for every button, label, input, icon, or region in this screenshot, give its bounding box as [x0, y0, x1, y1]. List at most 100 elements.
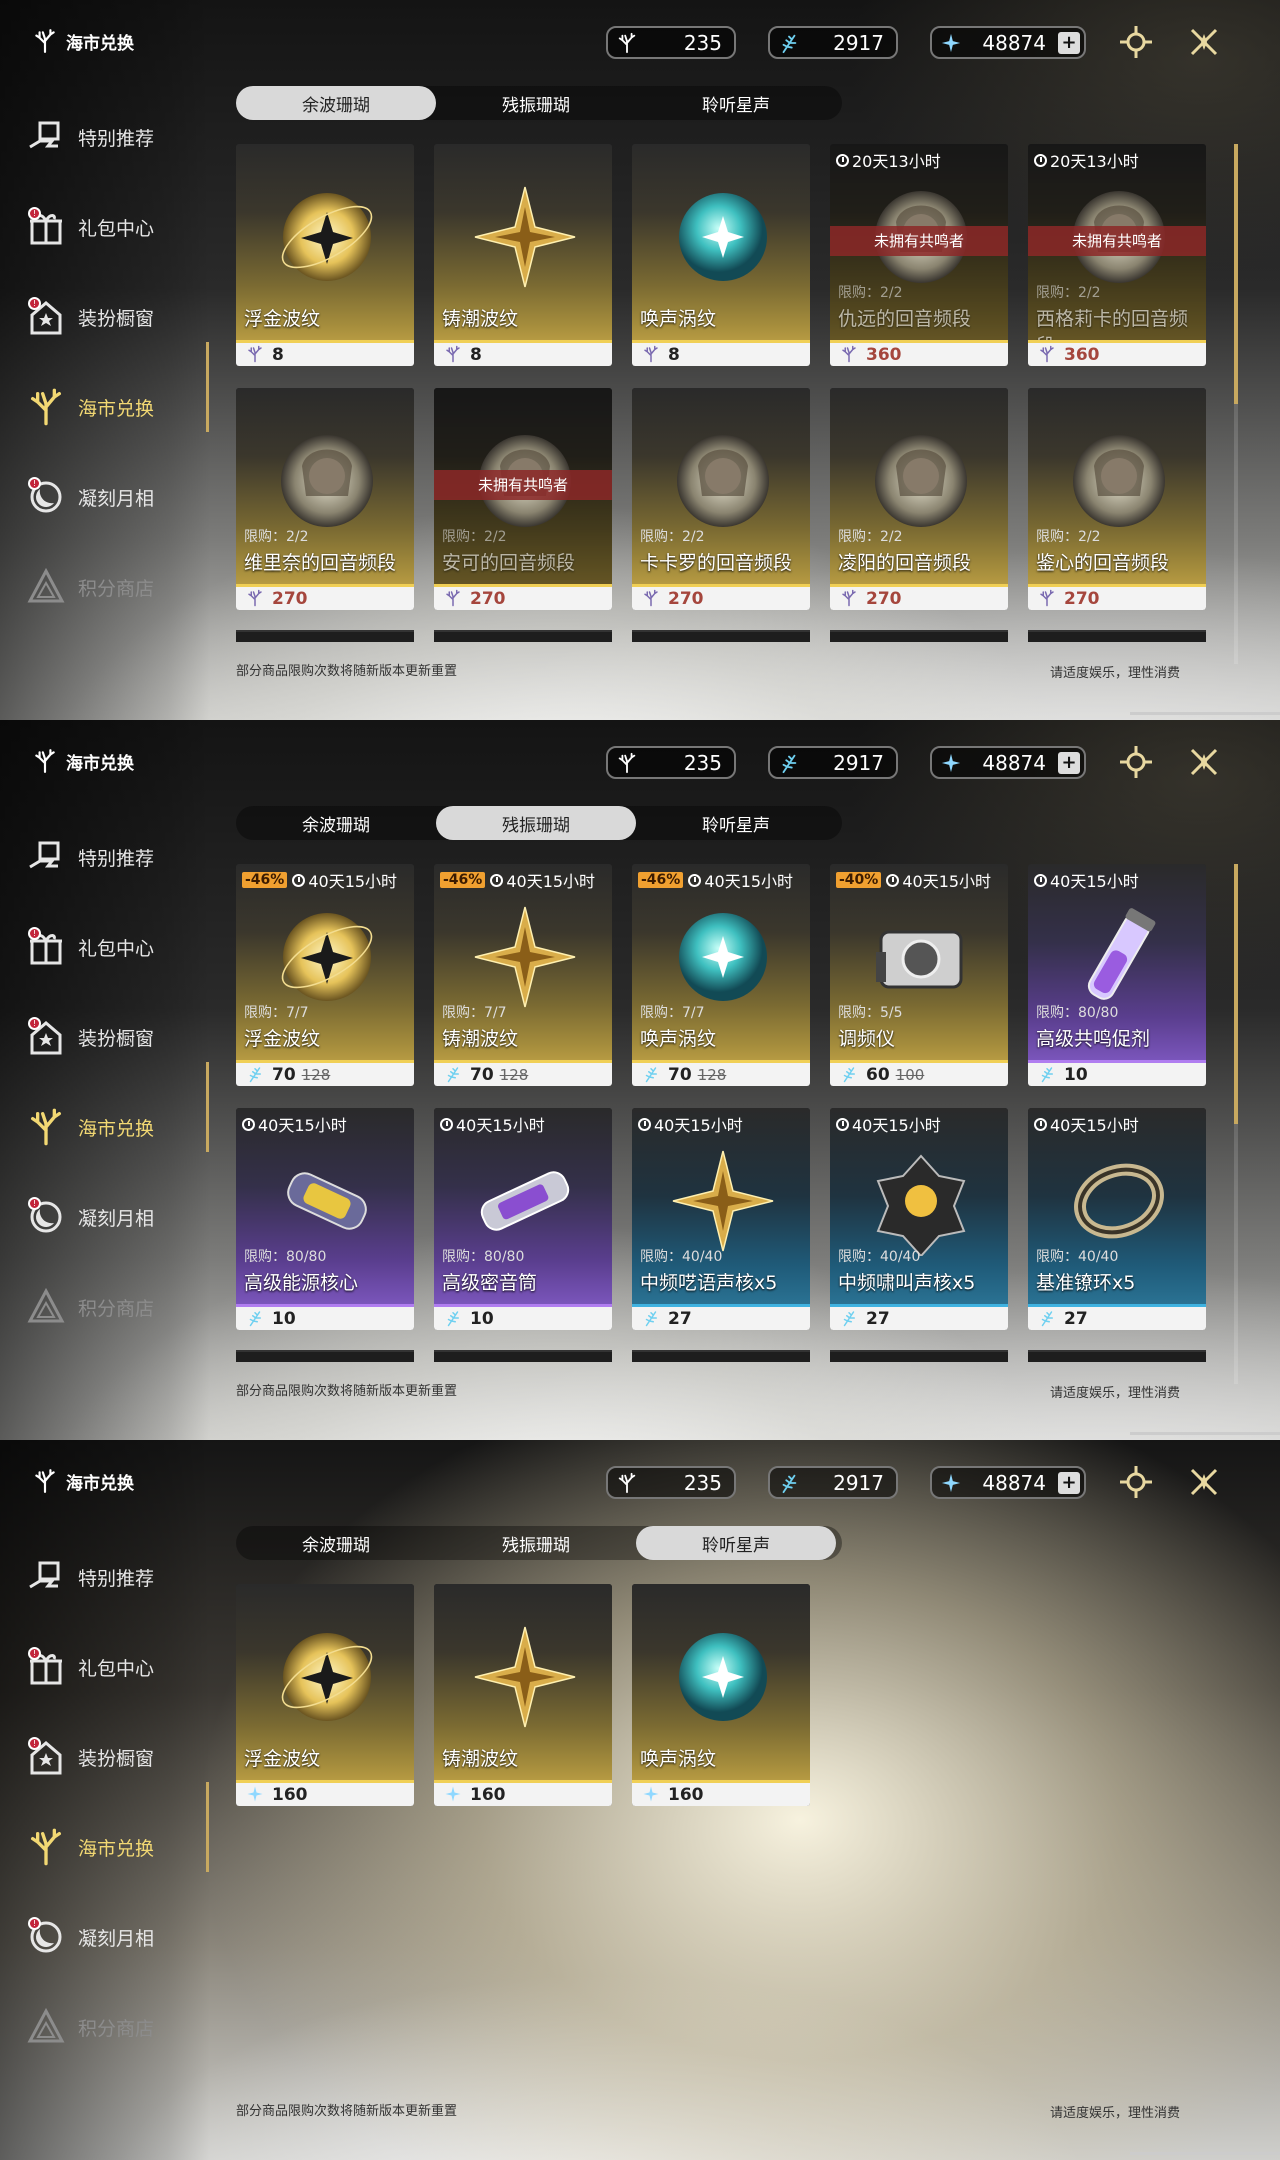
- close-icon[interactable]: [1186, 744, 1222, 780]
- item-name: 卡卡罗的回音频段: [640, 552, 793, 574]
- next-row-card[interactable]: [830, 1350, 1008, 1362]
- tab-1[interactable]: 残振珊瑚: [436, 86, 636, 120]
- sidebar-item-1[interactable]: ! 礼包中心: [26, 182, 206, 272]
- next-row-card[interactable]: [236, 630, 414, 642]
- sidebar-item-2[interactable]: ! 装扮橱窗: [26, 272, 206, 362]
- compass-icon[interactable]: [1118, 744, 1154, 780]
- shop-item-card[interactable]: 40天15小时 限购：40/40 中频啸叫声核x5 27: [830, 1108, 1008, 1330]
- scrollbar-thumb[interactable]: [1234, 864, 1238, 1124]
- item-name: 高级能源核心: [244, 1272, 359, 1294]
- tab-0[interactable]: 余波珊瑚: [236, 806, 436, 840]
- next-row-card[interactable]: [236, 1350, 414, 1362]
- next-row-card[interactable]: [830, 630, 1008, 642]
- sidebar-item-2[interactable]: ! 装扮橱窗: [26, 992, 206, 1082]
- item-name: 铸潮波纹: [442, 308, 519, 330]
- shop-item-card[interactable]: 铸潮波纹 160: [434, 1584, 612, 1806]
- currency-value: 48874: [982, 1470, 1046, 1495]
- compass-icon[interactable]: [1118, 1464, 1154, 1500]
- shop-item-card[interactable]: 20天13小时未拥有共鸣者限购：2/2西格莉卡的回音频段 360: [1028, 144, 1206, 366]
- shop-item-card[interactable]: 唤声涡纹 8: [632, 144, 810, 366]
- sidebar-item-4[interactable]: ! 凝刻月相: [26, 452, 206, 542]
- next-row-card[interactable]: [1028, 630, 1206, 642]
- shop-item-card[interactable]: -40% 40天15小时 限购：5/5 调频仪 60 100: [830, 864, 1008, 1086]
- sidebar-item-5[interactable]: 积分商店: [26, 1982, 206, 2072]
- coral-feather-icon: [246, 345, 264, 363]
- shop-item-card[interactable]: 20天13小时 未拥有共鸣者 限购：2/2 仇远的回音频段 360: [830, 144, 1008, 366]
- tab-1[interactable]: 残振珊瑚: [436, 806, 636, 840]
- shop-item-card[interactable]: 限购：2/2 卡卡罗的回音频段 270: [632, 388, 810, 610]
- shop-item-card[interactable]: 40天15小时 限购：80/80 高级能源核心 10: [236, 1108, 414, 1330]
- tab-2[interactable]: 聆听星声: [636, 86, 836, 120]
- currency-value: 48874: [982, 750, 1046, 775]
- add-currency-button[interactable]: +: [1058, 32, 1080, 54]
- sidebar-item-1[interactable]: ! 礼包中心: [26, 902, 206, 992]
- tab-2[interactable]: 聆听星声: [636, 1526, 836, 1560]
- shop-item-card[interactable]: 40天15小时 限购：80/80 高级共鸣促剂 10: [1028, 864, 1206, 1086]
- shop-item-card[interactable]: 限购：2/2 鉴心的回音频段 270: [1028, 388, 1206, 610]
- next-row-card[interactable]: [434, 630, 612, 642]
- shop-item-card[interactable]: 浮金波纹 160: [236, 1584, 414, 1806]
- shop-item-card[interactable]: 未拥有共鸣者 限购：2/2 安可的回音频段 270: [434, 388, 612, 610]
- shop-item-card[interactable]: 唤声涡纹 160: [632, 1584, 810, 1806]
- sidebar-item-5[interactable]: 积分商店: [26, 1262, 206, 1352]
- clock-icon: [1034, 873, 1047, 887]
- item-image-tube: [470, 1146, 580, 1256]
- shop-item-card[interactable]: -46% 40天15小时 限购：7/7 浮金波纹 70 128: [236, 864, 414, 1086]
- next-row-card[interactable]: [632, 1350, 810, 1362]
- active-indicator: [206, 1062, 209, 1152]
- tab-1[interactable]: 残振珊瑚: [436, 1526, 636, 1560]
- coral-feather-blue-icon: [642, 1065, 660, 1083]
- sidebar-item-3[interactable]: 海市兑换: [26, 1802, 206, 1892]
- shop-panel-2: 海市兑换 特别推荐 ! 礼包中心 ! 装扮橱窗 海市兑换 ! 凝刻月相 积分商店…: [0, 720, 1280, 1440]
- sidebar-item-label: 海市兑换: [78, 397, 155, 420]
- item-name: 仇远的回音频段: [838, 308, 972, 330]
- shop-item-card[interactable]: 限购：2/2 凌阳的回音频段 270: [830, 388, 1008, 610]
- original-price: 128: [499, 1065, 529, 1084]
- coral-feather-icon: [616, 32, 638, 54]
- sidebar-item-3[interactable]: 海市兑换: [26, 362, 206, 452]
- next-row-card[interactable]: [1028, 1350, 1206, 1362]
- shop-item-card[interactable]: 铸潮波纹 8: [434, 144, 612, 366]
- shop-item-card[interactable]: 限购：2/2 维里奈的回音频段 270: [236, 388, 414, 610]
- shop-item-card[interactable]: 40天15小时 限购：40/40 基准镣环x5 27: [1028, 1108, 1206, 1330]
- shop-item-card[interactable]: 40天15小时 限购：40/40 中频呓语声核x5 27: [632, 1108, 810, 1330]
- add-currency-button[interactable]: +: [1058, 1472, 1080, 1494]
- sidebar-item-1[interactable]: ! 礼包中心: [26, 1622, 206, 1712]
- add-currency-button[interactable]: +: [1058, 752, 1080, 774]
- clock-icon: [688, 873, 702, 887]
- shop-item-card[interactable]: 浮金波纹 8: [236, 144, 414, 366]
- sidebar-item-0[interactable]: 特别推荐: [26, 92, 206, 182]
- shop-item-card[interactable]: 40天15小时 限购：80/80 高级密音筒 10: [434, 1108, 612, 1330]
- sidebar-item-4[interactable]: ! 凝刻月相: [26, 1892, 206, 1982]
- currency-afterglow-coral: 235: [606, 1466, 736, 1499]
- purchase-limit: 限购：2/2: [1036, 529, 1101, 545]
- next-row-card[interactable]: [632, 630, 810, 642]
- shop-item-card[interactable]: -46% 40天15小时 限购：7/7 铸潮波纹 70 128: [434, 864, 612, 1086]
- price: 270: [1028, 587, 1206, 610]
- purchase-limit: 限购：80/80: [442, 1249, 525, 1265]
- close-icon[interactable]: [1186, 1464, 1222, 1500]
- price: 160: [236, 1783, 414, 1806]
- tab-0[interactable]: 余波珊瑚: [236, 86, 436, 120]
- sidebar-item-3[interactable]: 海市兑换: [26, 1082, 206, 1172]
- shop-item-card[interactable]: -46% 40天15小时 限购：7/7 唤声涡纹 70 128: [632, 864, 810, 1086]
- sidebar-item-5[interactable]: 积分商店: [26, 542, 206, 632]
- currency-oscillated-coral: 2917: [768, 1466, 898, 1499]
- price: 60 100: [830, 1063, 1008, 1086]
- coral-feather-icon: [444, 345, 462, 363]
- sidebar-item-0[interactable]: 特别推荐: [26, 1532, 206, 1622]
- scrollbar[interactable]: [1234, 144, 1238, 664]
- tab-0[interactable]: 余波珊瑚: [236, 1526, 436, 1560]
- scrollbar[interactable]: [1234, 864, 1238, 1384]
- next-row-card[interactable]: [434, 1350, 612, 1362]
- sidebar-item-2[interactable]: ! 装扮橱窗: [26, 1712, 206, 1802]
- price-value: 270: [1064, 588, 1100, 609]
- tab-bar: 余波珊瑚 残振珊瑚 聆听星声: [236, 806, 842, 840]
- tab-2[interactable]: 聆听星声: [636, 806, 836, 840]
- close-icon[interactable]: [1186, 24, 1222, 60]
- sidebar-item-4[interactable]: ! 凝刻月相: [26, 1172, 206, 1262]
- item-image-device: [866, 902, 976, 1012]
- scrollbar-thumb[interactable]: [1234, 144, 1238, 404]
- sidebar-item-0[interactable]: 特别推荐: [26, 812, 206, 902]
- compass-icon[interactable]: [1118, 24, 1154, 60]
